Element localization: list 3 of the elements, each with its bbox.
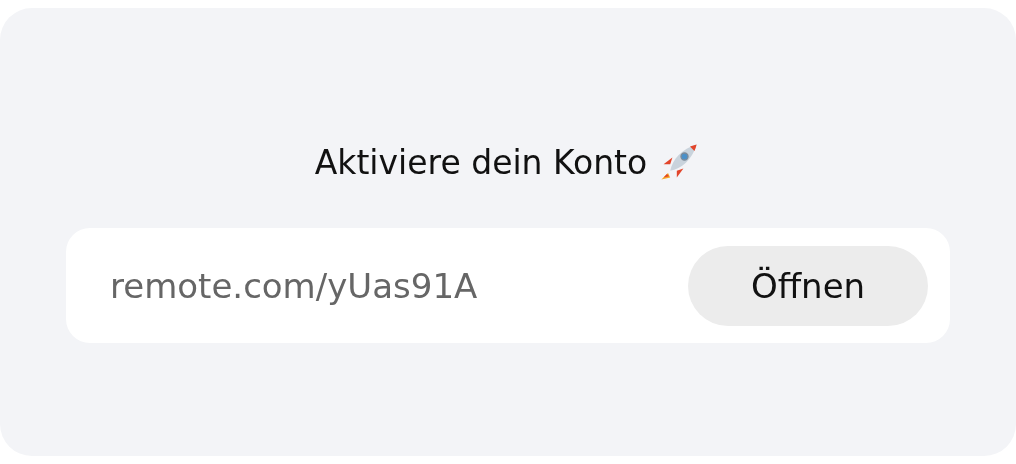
heading: Aktiviere dein Konto (314, 142, 648, 182)
open-button[interactable]: Öffnen (688, 245, 928, 326)
link-field[interactable]: remote.com/yUas91A Öffnen (66, 228, 950, 343)
